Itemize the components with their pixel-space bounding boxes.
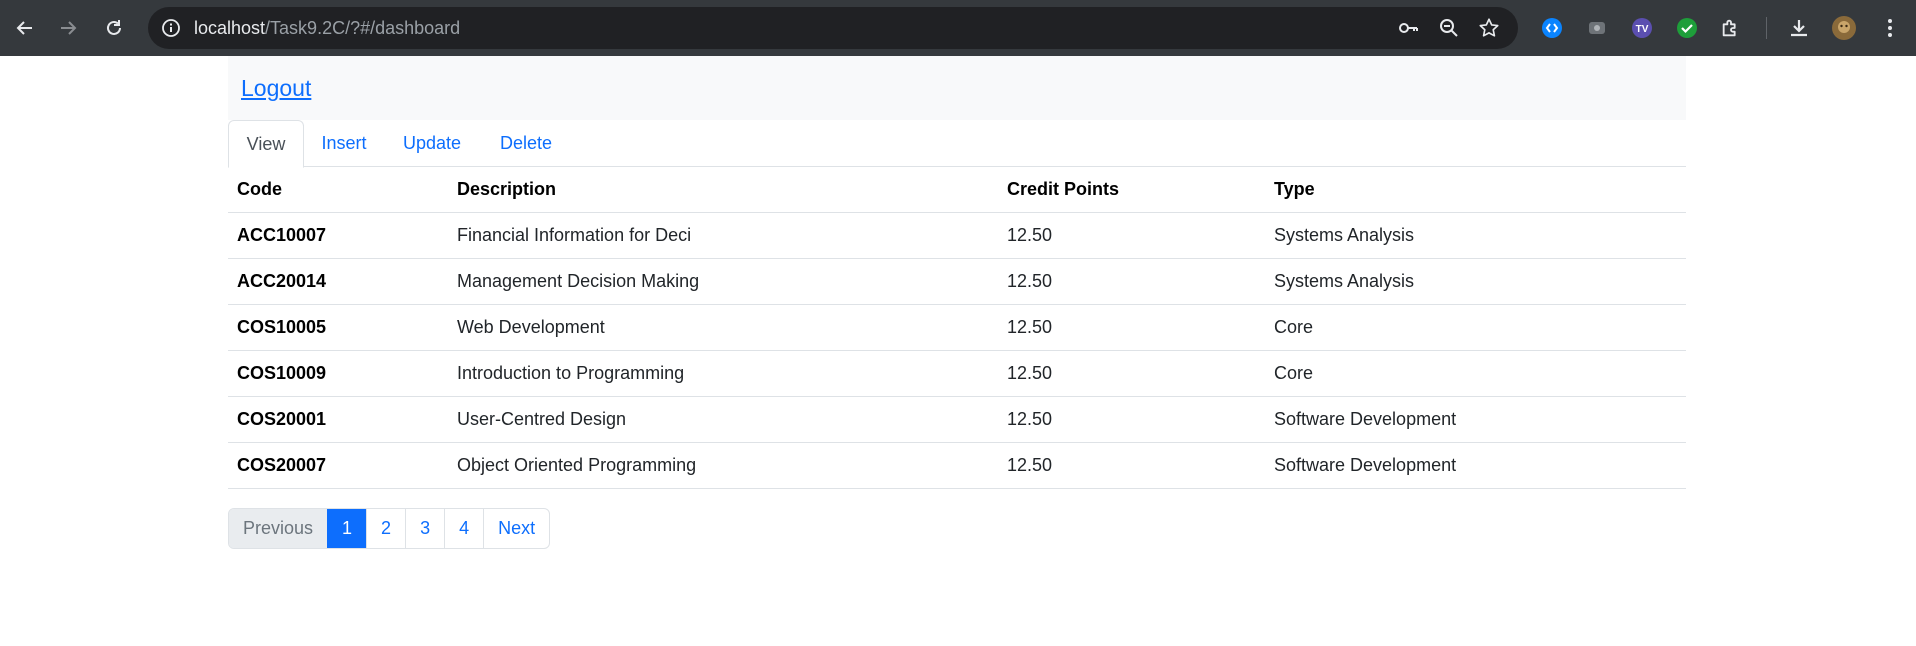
- cell-type: Systems Analysis: [1265, 212, 1686, 259]
- svg-text:TV: TV: [1636, 24, 1649, 35]
- reload-button[interactable]: [99, 13, 129, 43]
- reload-icon: [107, 20, 121, 35]
- pagination-page-3[interactable]: 3: [405, 509, 444, 548]
- cell-credit-points: 12.50: [998, 442, 1265, 489]
- cell-type: Core: [1265, 350, 1686, 397]
- pagination-next[interactable]: Next: [483, 509, 549, 548]
- extensions-button[interactable]: [1717, 14, 1745, 42]
- pagination-previous[interactable]: Previous: [229, 509, 328, 548]
- tab-update[interactable]: Update: [384, 120, 480, 167]
- check-extension[interactable]: [1673, 14, 1701, 42]
- puzzle-icon: [1722, 19, 1736, 37]
- key-icon: [1399, 23, 1418, 33]
- top-navbar: Logout: [228, 56, 1686, 120]
- cell-credit-points: 12.50: [998, 212, 1265, 259]
- pagination-page-2[interactable]: 2: [366, 509, 405, 548]
- tab-insert[interactable]: Insert: [304, 120, 384, 167]
- logout-link[interactable]: Logout: [241, 76, 311, 100]
- info-icon: [162, 19, 180, 37]
- tv-ext-icon: TV: [1632, 18, 1652, 38]
- shazam-extension[interactable]: [1538, 14, 1566, 42]
- units-table: Code Description Credit Points Type ACC1…: [228, 167, 1686, 489]
- avatar: [1832, 16, 1856, 40]
- cell-type: Core: [1265, 304, 1686, 351]
- back-button[interactable]: [10, 13, 40, 43]
- pagination: Previous 1 2 3 4 Next: [228, 508, 551, 549]
- arrow-left-icon: [16, 21, 32, 35]
- cell-type: Software Development: [1265, 396, 1686, 443]
- site-info-button[interactable]: [158, 15, 184, 41]
- cell-description: Object Oriented Programming: [448, 442, 998, 489]
- cell-code: COS10005: [228, 304, 448, 351]
- zoom-out-icon: [1440, 19, 1458, 37]
- password-button[interactable]: [1396, 16, 1420, 40]
- camera-ext-icon: [1589, 22, 1605, 34]
- cell-code: COS20001: [228, 396, 448, 443]
- browser-menu-button[interactable]: [1876, 14, 1904, 42]
- cell-code: COS10009: [228, 350, 448, 397]
- tab-delete[interactable]: Delete: [480, 120, 572, 167]
- tab-view[interactable]: View: [228, 120, 304, 168]
- cell-credit-points: 12.50: [998, 396, 1265, 443]
- profile-button[interactable]: [1830, 14, 1858, 42]
- cell-description: Financial Information for Deci: [448, 212, 998, 259]
- table-row: COS20007 Object Oriented Programming 12.…: [228, 442, 1686, 489]
- tv-extension[interactable]: TV: [1628, 14, 1656, 42]
- forward-button[interactable]: [53, 13, 83, 43]
- cell-code: ACC10007: [228, 212, 448, 259]
- browser-toolbar: localhost/Task9.2C/?#/dashboard TV: [0, 0, 1916, 56]
- url-path: /Task9.2C/?#/dashboard: [265, 18, 461, 38]
- zoom-button[interactable]: [1437, 16, 1461, 40]
- cell-credit-points: 12.50: [998, 350, 1265, 397]
- column-header-code: Code: [228, 167, 448, 213]
- table-row: COS10005 Web Development 12.50 Core: [228, 304, 1686, 351]
- column-header-credit-points: Credit Points: [998, 167, 1265, 213]
- star-icon: [1479, 18, 1499, 37]
- cell-description: Management Decision Making: [448, 258, 998, 305]
- kebab-menu-icon: [1888, 19, 1892, 37]
- download-icon: [1791, 20, 1807, 37]
- toolbar-divider: [1766, 17, 1767, 39]
- camera-extension[interactable]: [1583, 14, 1611, 42]
- cell-type: Software Development: [1265, 442, 1686, 489]
- download-button[interactable]: [1785, 14, 1813, 42]
- url-text: localhost/Task9.2C/?#/dashboard: [194, 18, 460, 38]
- pagination-page-1[interactable]: 1: [327, 509, 367, 548]
- cell-code: ACC20014: [228, 258, 448, 305]
- cell-description: Introduction to Programming: [448, 350, 998, 397]
- cell-description: Web Development: [448, 304, 998, 351]
- address-bar[interactable]: localhost/Task9.2C/?#/dashboard: [148, 7, 1518, 49]
- arrow-right-icon: [61, 21, 77, 35]
- pagination-page-4[interactable]: 4: [444, 509, 483, 548]
- cell-credit-points: 12.50: [998, 304, 1265, 351]
- bookmark-button[interactable]: [1477, 16, 1501, 40]
- cell-credit-points: 12.50: [998, 258, 1265, 305]
- check-ext-icon: [1677, 18, 1697, 38]
- table-row: ACC10007 Financial Information for Deci …: [228, 212, 1686, 259]
- table-header-row: Code Description Credit Points Type: [228, 167, 1686, 213]
- url-host: localhost: [194, 18, 266, 38]
- cell-description: User-Centred Design: [448, 396, 998, 443]
- table-row: COS10009 Introduction to Programming 12.…: [228, 350, 1686, 397]
- tab-bar: View Insert Update Delete: [228, 120, 1686, 168]
- shazam-icon: [1542, 18, 1562, 38]
- column-header-type: Type: [1265, 167, 1686, 213]
- cell-type: Systems Analysis: [1265, 258, 1686, 305]
- cell-code: COS20007: [228, 442, 448, 489]
- table-row: ACC20014 Management Decision Making 12.5…: [228, 258, 1686, 305]
- column-header-description: Description: [448, 167, 998, 213]
- table-row: COS20001 User-Centred Design 12.50 Softw…: [228, 396, 1686, 443]
